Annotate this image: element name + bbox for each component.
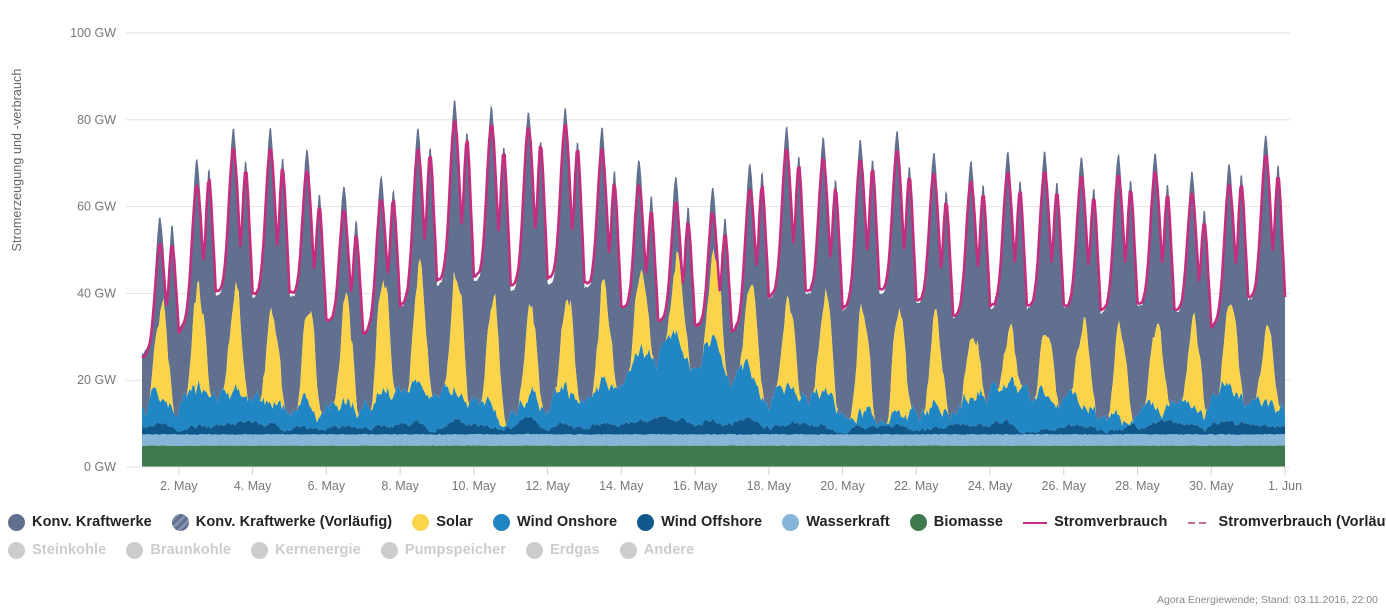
x-axis-tick: 2. May	[160, 479, 198, 493]
legend-swatch-line	[1023, 514, 1047, 531]
x-axis-tick: 8. May	[381, 479, 419, 493]
legend-item-biomasse[interactable]: Biomasse	[910, 514, 1003, 531]
legend-swatch-dot	[620, 542, 637, 559]
legend-swatch-dot	[412, 514, 429, 531]
legend-item-label: Kernenergie	[275, 542, 361, 558]
legend-item-andere[interactable]: Andere	[620, 542, 695, 559]
area-wasserkraft[interactable]	[142, 434, 1285, 446]
x-axis-tick: 24. May	[968, 479, 1013, 493]
x-axis-tick: 20. May	[820, 479, 865, 493]
x-axis-tick: 6. May	[308, 479, 346, 493]
legend-item-label: Konv. Kraftwerke	[32, 514, 152, 530]
legend-item-wind-onshore[interactable]: Wind Onshore	[493, 514, 617, 531]
legend-swatch-dot	[8, 542, 25, 559]
legend-item-braunkohle[interactable]: Braunkohle	[126, 542, 231, 559]
legend-row-disabled: Steinkohle Braunkohle Kernenergie Pumpspeic…	[8, 536, 1386, 564]
x-axis-tick: 10. May	[452, 479, 497, 493]
y-axis-tick: 40 GW	[77, 286, 116, 300]
legend-item-label: Konv. Kraftwerke (Vorläufig)	[196, 514, 392, 530]
x-axis-tick: 1. Jun	[1268, 479, 1302, 493]
legend-item-label: Erdgas	[550, 542, 600, 558]
y-axis-tick: 60 GW	[77, 200, 116, 214]
legend-swatch-dot	[910, 514, 927, 531]
legend-item-stromverbrauch[interactable]: Stromverbrauch	[1023, 514, 1167, 531]
x-axis-tick: 22. May	[894, 479, 939, 493]
legend-item-label: Wind Offshore	[661, 514, 762, 530]
legend-item-wasserkraft[interactable]: Wasserkraft	[782, 514, 890, 531]
legend-swatch-dot	[251, 542, 268, 559]
x-axis: 2. May 4. May 6. May 8. May 10. May 12. May 14…	[126, 467, 1302, 493]
legend-item-kernenergie[interactable]: Kernenergie	[251, 542, 361, 559]
legend-item-pumpspeicher[interactable]: Pumpspeicher	[381, 542, 506, 559]
legend-swatch-dot	[782, 514, 799, 531]
x-axis-tick: 30. May	[1189, 479, 1234, 493]
legend-item-label: Wind Onshore	[517, 514, 617, 530]
legend-item-label: Braunkohle	[150, 542, 231, 558]
legend-item-konv-kraftwerke[interactable]: Konv. Kraftwerke	[8, 514, 152, 531]
chart-canvas[interactable]: 0 GW 20 GW 40 GW 60 GW 80 GW 100 GW 2. May 4. M…	[0, 0, 1386, 500]
legend-swatch-dot	[126, 542, 143, 559]
legend-item-stromverbrauch-vorläufig[interactable]: Stromverbrauch (Vorläufig)	[1188, 514, 1386, 531]
legend-item-steinkohle[interactable]: Steinkohle	[8, 542, 106, 559]
x-axis-tick: 18. May	[747, 479, 792, 493]
legend-swatch-dot	[8, 514, 25, 531]
y-axis-tick: 20 GW	[77, 373, 116, 387]
y-axis-tick: 80 GW	[77, 113, 116, 127]
energy-chart: 0 GW 20 GW 40 GW 60 GW 80 GW 100 GW 2. May 4. M…	[0, 0, 1386, 500]
stacked-areas	[142, 100, 1285, 467]
legend-item-wind-offshore[interactable]: Wind Offshore	[637, 514, 762, 531]
area-biomasse[interactable]	[142, 445, 1285, 467]
x-axis-tick: 12. May	[525, 479, 570, 493]
x-axis-tick: 4. May	[234, 479, 272, 493]
legend-item-label: Stromverbrauch (Vorläufig)	[1219, 514, 1386, 530]
legend-item-label: Pumpspeicher	[405, 542, 506, 558]
legend-item-label: Steinkohle	[32, 542, 106, 558]
legend-item-solar[interactable]: Solar	[412, 514, 473, 531]
x-axis-tick: 28. May	[1115, 479, 1160, 493]
x-axis-tick: 14. May	[599, 479, 644, 493]
chart-legend: Konv. Kraftwerke Konv. Kraftwerke (Vorläu…	[8, 508, 1386, 564]
y-axis-tick: 0 GW	[84, 460, 116, 474]
legend-swatch-dot	[172, 514, 189, 531]
legend-item-label: Wasserkraft	[806, 514, 890, 530]
legend-item-label: Biomasse	[934, 514, 1003, 530]
legend-item-label: Andere	[644, 542, 695, 558]
legend-swatch-dot	[493, 514, 510, 531]
source-note: Agora Energiewende; Stand: 03.11.2016, 2…	[1157, 594, 1378, 606]
legend-item-erdgas[interactable]: Erdgas	[526, 542, 600, 559]
legend-item-konv-kraftwerke-vorläufig[interactable]: Konv. Kraftwerke (Vorläufig)	[172, 514, 392, 531]
y-axis-tick: 100 GW	[70, 26, 116, 40]
legend-swatch-dot	[526, 542, 543, 559]
legend-row-active: Konv. Kraftwerke Konv. Kraftwerke (Vorläu…	[8, 508, 1386, 536]
legend-swatch-dot	[381, 542, 398, 559]
legend-item-label: Stromverbrauch	[1054, 514, 1167, 530]
legend-item-label: Solar	[436, 514, 473, 530]
legend-swatch-line	[1188, 514, 1212, 531]
legend-swatch-dot	[637, 514, 654, 531]
x-axis-tick: 26. May	[1042, 479, 1087, 493]
x-axis-tick: 16. May	[673, 479, 718, 493]
